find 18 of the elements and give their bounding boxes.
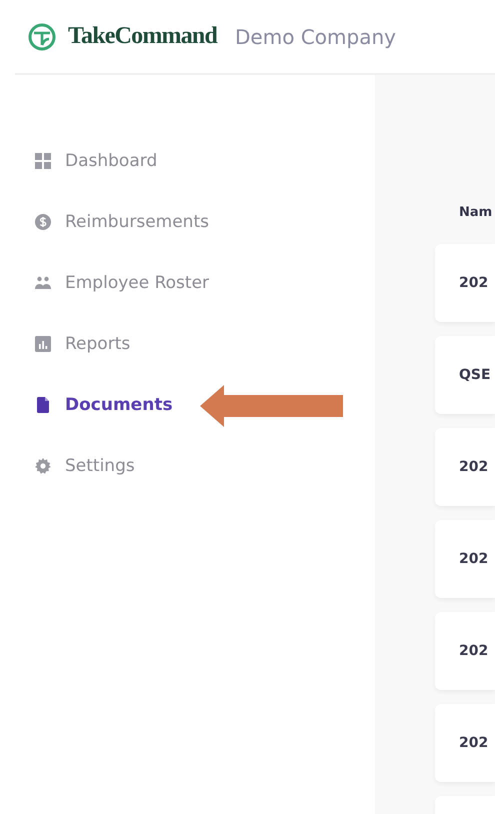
table-row[interactable]: 202 bbox=[435, 520, 495, 598]
document-icon bbox=[35, 396, 51, 412]
brand-name[interactable]: TakeCommand bbox=[68, 23, 218, 50]
bar-chart-icon bbox=[35, 336, 51, 352]
logo-icon bbox=[28, 22, 56, 50]
people-icon bbox=[35, 274, 51, 290]
table-row[interactable]: QSE bbox=[435, 336, 495, 414]
table-row[interactable]: 202 bbox=[435, 244, 495, 322]
grid-icon bbox=[35, 152, 51, 168]
column-header: Nam bbox=[458, 205, 494, 220]
settings-icon bbox=[35, 458, 51, 474]
sidebar-item[interactable]: Documents bbox=[0, 393, 375, 416]
table-row[interactable]: 202 bbox=[435, 612, 495, 690]
table-row[interactable]: 202 bbox=[435, 704, 495, 782]
company-name: Demo Company bbox=[235, 24, 396, 48]
table-row[interactable]: 202 bbox=[435, 428, 495, 506]
dollar-icon bbox=[35, 214, 51, 230]
arrow-icon bbox=[200, 385, 343, 427]
